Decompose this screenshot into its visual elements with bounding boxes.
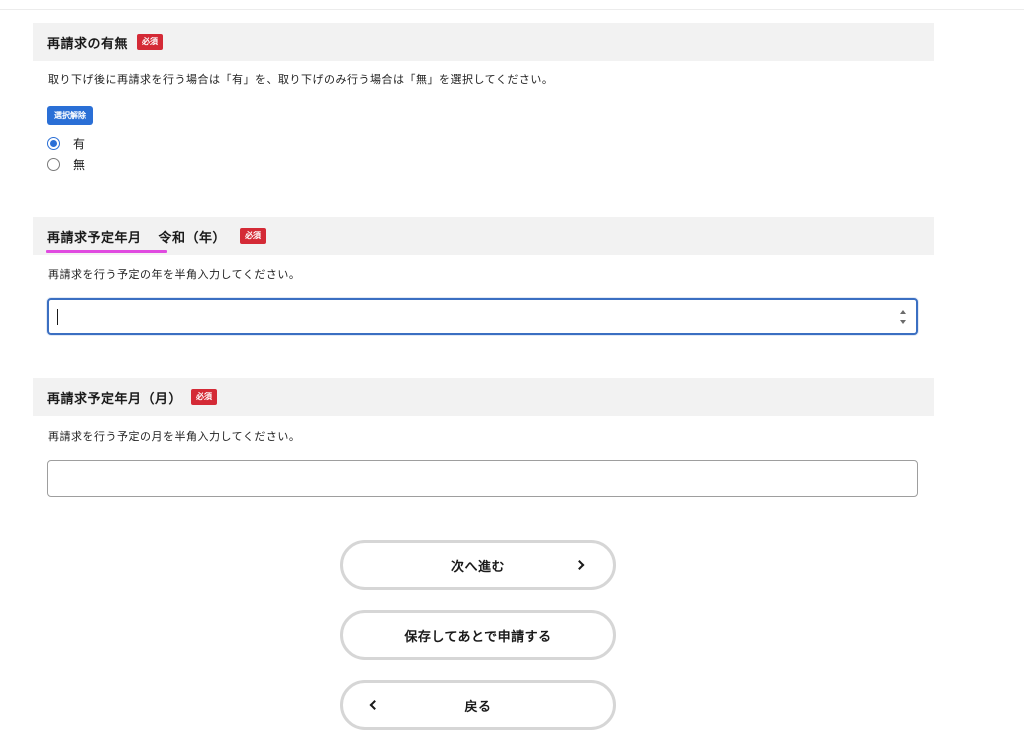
radio-option-label: 有 (73, 136, 86, 151)
radio-option-yes[interactable]: 有 (47, 134, 85, 152)
month-help-text: 再請求を行う予定の月を半角入力してください。 (48, 430, 301, 443)
rebill-section-title: 再請求の有無 (47, 36, 129, 52)
required-badge: 必須 (137, 34, 164, 50)
chevron-left-icon (369, 700, 380, 710)
month-section-header: 再請求予定年月（月） 必須 (33, 378, 934, 416)
back-button-label: 戻る (464, 699, 492, 715)
spinner-down-icon[interactable] (900, 320, 906, 324)
radio-unchecked-icon[interactable] (47, 157, 60, 171)
clear-selection-button[interactable]: 選択解除 (47, 106, 93, 125)
highlight-underline (46, 249, 167, 253)
text-caret (57, 309, 58, 325)
year-input[interactable] (47, 298, 918, 335)
required-badge: 必須 (240, 228, 267, 244)
next-button-label: 次へ進む (450, 559, 505, 575)
year-help-text: 再請求を行う予定の年を半角入力してください。 (48, 268, 301, 281)
year-title-main: 再請求予定年月 (47, 230, 142, 246)
radio-checked-icon[interactable] (47, 136, 60, 150)
save-later-button[interactable]: 保存してあとで申請する (340, 610, 616, 660)
chevron-right-icon (574, 560, 585, 570)
year-title-suffix: 令和（年） (158, 230, 227, 246)
spinner-up-icon[interactable] (900, 310, 906, 314)
number-spinner[interactable] (899, 310, 907, 324)
save-later-button-label: 保存してあとで申請する (404, 629, 552, 645)
back-button[interactable]: 戻る (340, 680, 616, 730)
application-form-page: 再請求の有無 必須 取り下げ後に再請求を行う場合は「有」を、取り下げのみ行う場合… (0, 0, 1024, 743)
rebill-section-header: 再請求の有無 必須 (33, 23, 934, 61)
month-input[interactable] (47, 460, 918, 497)
required-badge: 必須 (191, 389, 218, 405)
month-section-title: 再請求予定年月（月） (47, 391, 183, 407)
radio-option-no[interactable]: 無 (47, 155, 85, 173)
next-button[interactable]: 次へ進む (340, 540, 616, 590)
radio-option-label: 無 (73, 157, 86, 172)
year-section-header: 再請求予定年月 令和（年） 必須 (33, 217, 934, 255)
year-section-title: 再請求予定年月 令和（年） (46, 227, 227, 253)
rebill-help-text: 取り下げ後に再請求を行う場合は「有」を、取り下げのみ行う場合は「無」を選択してく… (48, 73, 554, 86)
year-title-main-wrap: 再請求予定年月 (46, 227, 167, 253)
top-divider (0, 9, 1024, 10)
